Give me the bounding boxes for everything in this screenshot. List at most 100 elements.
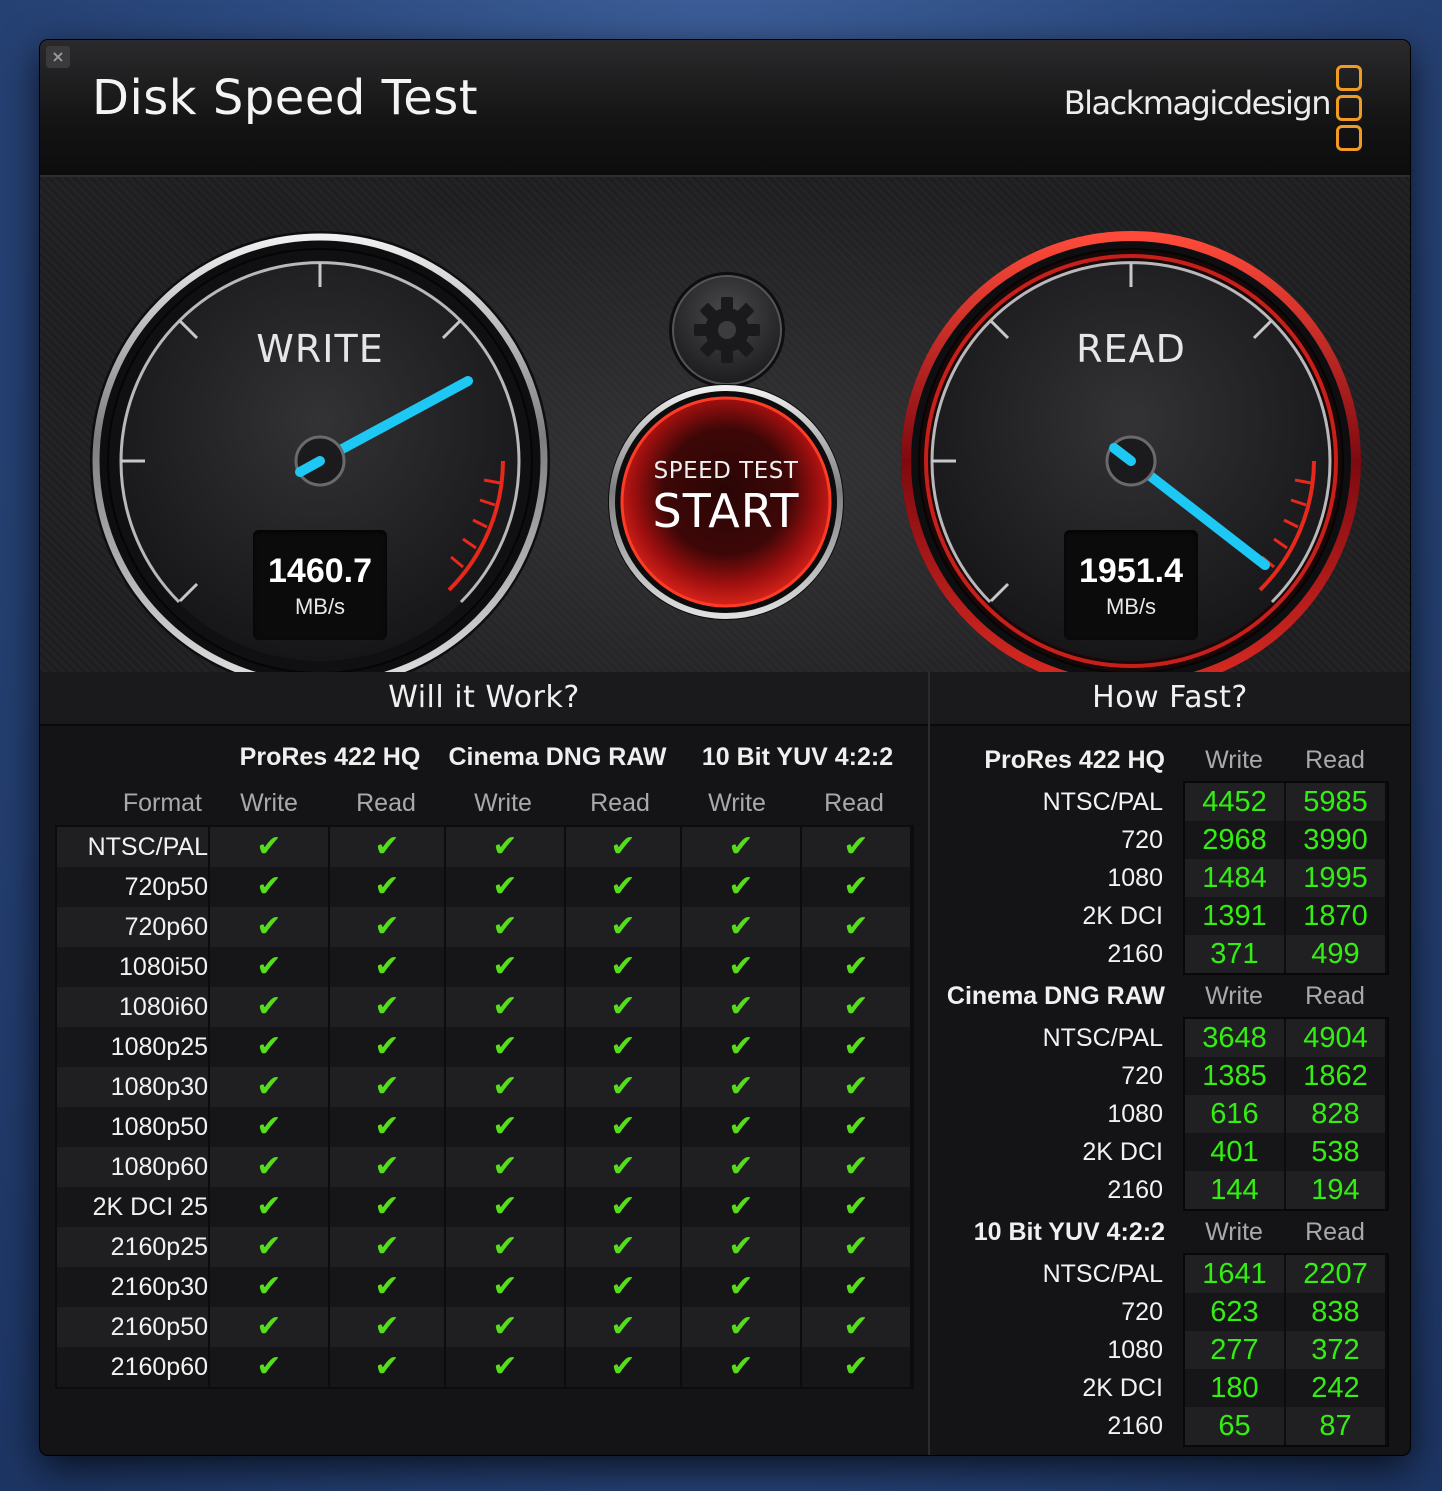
checkmark-icon: ✔ — [843, 869, 869, 904]
table-row: 1080p30 ✔ ✔ ✔ ✔ ✔ ✔ — [57, 1067, 912, 1107]
checkmark-icon: ✔ — [610, 1349, 636, 1384]
check-cell: ✔ — [802, 867, 910, 907]
check-cell: ✔ — [330, 1027, 444, 1067]
checkmark-icon: ✔ — [610, 1109, 636, 1144]
check-cell: ✔ — [802, 1307, 910, 1347]
read-value-cell: 538 — [1286, 1133, 1385, 1171]
write-readout: 1460.7 MB/s — [253, 530, 387, 640]
checkmark-icon: ✔ — [492, 949, 518, 984]
checkmark-icon: ✔ — [728, 1029, 754, 1064]
checkmark-icon: ✔ — [843, 1069, 869, 1104]
how-fast-format-label: 2K DCI — [1082, 902, 1163, 930]
close-button[interactable]: × — [46, 46, 70, 68]
check-cell: ✔ — [682, 987, 800, 1027]
write-value-cell: 1385 — [1185, 1057, 1284, 1095]
checkmark-icon: ✔ — [610, 909, 636, 944]
read-value-cell: 1870 — [1286, 897, 1385, 935]
write-value-cell: 1391 — [1185, 897, 1284, 935]
how-fast-format-label: 1080 — [1107, 1336, 1163, 1364]
checkmark-icon: ✔ — [843, 1029, 869, 1064]
format-cell: 2160p25 — [57, 1227, 208, 1267]
checkmark-icon: ✔ — [610, 869, 636, 904]
check-cell: ✔ — [566, 1267, 680, 1307]
format-cell: 2160p50 — [57, 1307, 208, 1347]
how-fast-format-label: 720 — [1121, 1298, 1163, 1326]
checkmark-icon: ✔ — [256, 1149, 282, 1184]
check-cell: ✔ — [682, 1307, 800, 1347]
check-cell: ✔ — [330, 827, 444, 867]
write-value-cell: 2968 — [1185, 821, 1284, 859]
check-cell: ✔ — [330, 1227, 444, 1267]
check-cell: ✔ — [210, 1187, 328, 1227]
checkmark-icon: ✔ — [492, 829, 518, 864]
checkmark-icon: ✔ — [374, 989, 400, 1024]
col-header-prores-write: Write — [240, 789, 298, 817]
checkmark-icon: ✔ — [728, 1269, 754, 1304]
check-cell: ✔ — [682, 1347, 800, 1387]
check-cell: ✔ — [446, 1347, 564, 1387]
gauge-panel: WRITE 1460.7 MB/s READ 1951.4 MB/s SPEED… — [40, 177, 1410, 672]
start-button[interactable]: SPEED TEST START — [610, 385, 842, 617]
checkmark-icon: ✔ — [256, 1109, 282, 1144]
check-cell: ✔ — [802, 1347, 910, 1387]
check-cell: ✔ — [802, 907, 910, 947]
checkmark-icon: ✔ — [492, 1349, 518, 1384]
checkmark-icon: ✔ — [843, 1309, 869, 1344]
check-cell: ✔ — [330, 987, 444, 1027]
check-cell: ✔ — [566, 827, 680, 867]
checkmark-icon: ✔ — [492, 1029, 518, 1064]
read-value-cell: 1862 — [1286, 1057, 1385, 1095]
checkmark-icon: ✔ — [610, 829, 636, 864]
check-cell: ✔ — [210, 907, 328, 947]
checkmark-icon: ✔ — [492, 1189, 518, 1224]
check-cell: ✔ — [682, 1267, 800, 1307]
col-header-cdng-write: Write — [474, 789, 532, 817]
brand-logo-icon — [1336, 65, 1364, 151]
check-cell: ✔ — [446, 1267, 564, 1307]
write-speed-value: 1460.7 — [268, 552, 372, 590]
check-cell: ✔ — [446, 947, 564, 987]
read-value-cell: 828 — [1286, 1095, 1385, 1133]
checkmark-icon: ✔ — [728, 1189, 754, 1224]
format-cell: 1080p50 — [57, 1107, 208, 1147]
how-fast-write-header: Write — [1205, 746, 1263, 774]
will-it-work-table: NTSC/PAL ✔ ✔ ✔ ✔ ✔ ✔ 720p50 ✔ ✔ ✔ ✔ ✔ ✔ 720p60 ✔ ✔ ✔ ✔ ✔ ✔ 10… — [55, 825, 914, 1389]
how-fast-format-label: NTSC/PAL — [1042, 788, 1163, 816]
table-row: 1080p60 ✔ ✔ ✔ ✔ ✔ ✔ — [57, 1147, 912, 1187]
how-fast-read-header: Read — [1305, 1218, 1365, 1246]
check-cell: ✔ — [446, 867, 564, 907]
check-cell: ✔ — [446, 1187, 564, 1227]
checkmark-icon: ✔ — [256, 1269, 282, 1304]
col-header-yuv-write: Write — [708, 789, 766, 817]
read-value-cell: 5985 — [1286, 783, 1385, 821]
check-cell: ✔ — [682, 907, 800, 947]
write-value-cell: 616 — [1185, 1095, 1284, 1133]
how-fast-read-header: Read — [1305, 746, 1365, 774]
will-it-work-heading: Will it Work? — [40, 672, 928, 726]
checkmark-icon: ✔ — [610, 989, 636, 1024]
format-cell: 1080p60 — [57, 1147, 208, 1187]
checkmark-icon: ✔ — [256, 909, 282, 944]
checkmark-icon: ✔ — [610, 1029, 636, 1064]
checkmark-icon: ✔ — [374, 909, 400, 944]
group-header-prores: ProRes 422 HQ — [239, 743, 421, 771]
checkmark-icon: ✔ — [728, 869, 754, 904]
read-value-cell: 242 — [1286, 1369, 1385, 1407]
check-cell: ✔ — [682, 1227, 800, 1267]
checkmark-icon: ✔ — [843, 909, 869, 944]
how-fast-format-label: 2160 — [1107, 940, 1163, 968]
check-cell: ✔ — [682, 947, 800, 987]
checkmark-icon: ✔ — [843, 1189, 869, 1224]
checkmark-icon: ✔ — [610, 1069, 636, 1104]
how-fast-format-label: NTSC/PAL — [1042, 1024, 1163, 1052]
col-header-yuv-read: Read — [824, 789, 884, 817]
checkmark-icon: ✔ — [374, 1109, 400, 1144]
checkmark-icon: ✔ — [492, 1309, 518, 1344]
how-fast-format-label: 2K DCI — [1082, 1374, 1163, 1402]
group-header-cdng: Cinema DNG RAW — [448, 743, 667, 771]
write-value-cell: 277 — [1185, 1331, 1284, 1369]
how-fast-write-header: Write — [1205, 1218, 1263, 1246]
check-cell: ✔ — [802, 1187, 910, 1227]
check-cell: ✔ — [802, 947, 910, 987]
how-fast-heading: How Fast? — [930, 672, 1410, 726]
